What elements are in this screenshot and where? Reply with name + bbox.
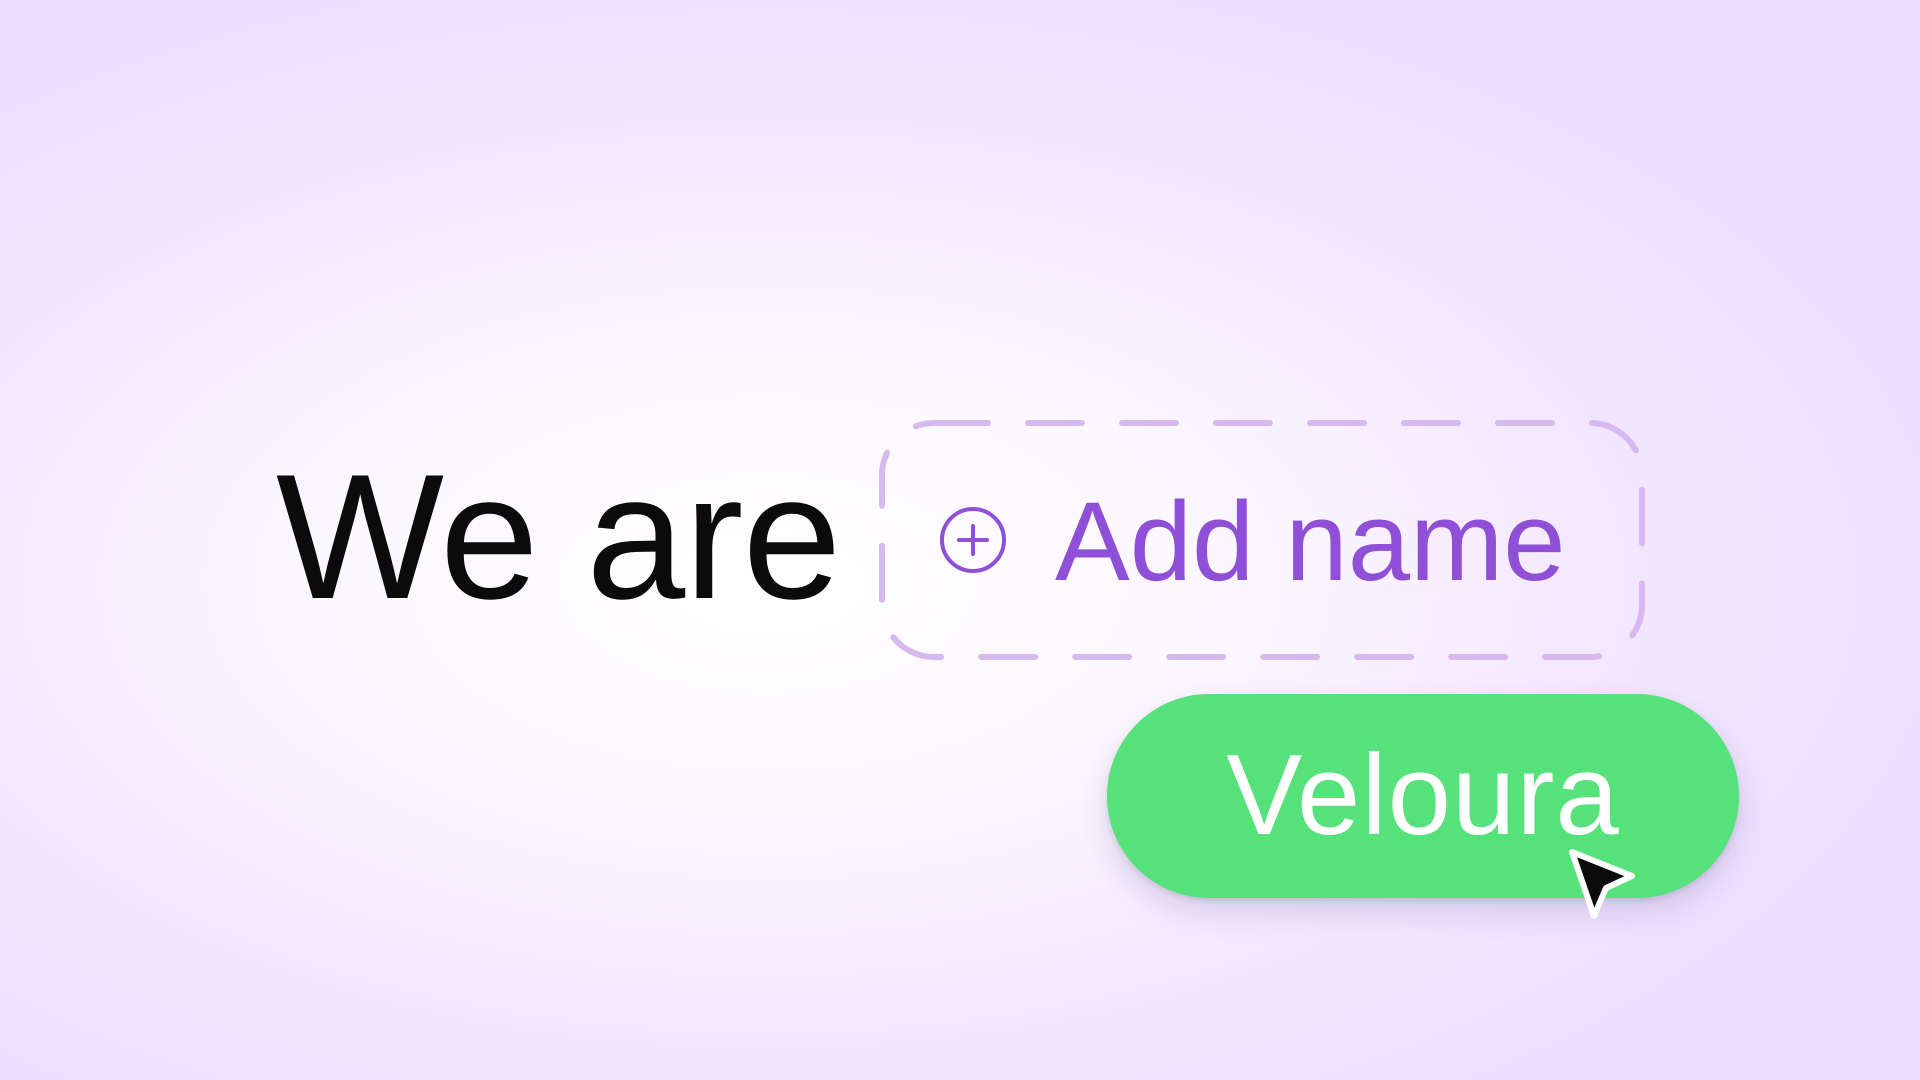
- chip-label: Veloura: [1226, 732, 1620, 859]
- arrow-cursor-icon: [1569, 849, 1635, 919]
- headline: We are: [276, 437, 842, 636]
- plus-circle-icon[interactable]: [939, 506, 1007, 574]
- add-name-button[interactable]: Add name: [1055, 486, 1566, 598]
- stage: We are Add name Veloura: [0, 0, 1920, 1080]
- name-chip-veloura[interactable]: Veloura: [1107, 694, 1739, 898]
